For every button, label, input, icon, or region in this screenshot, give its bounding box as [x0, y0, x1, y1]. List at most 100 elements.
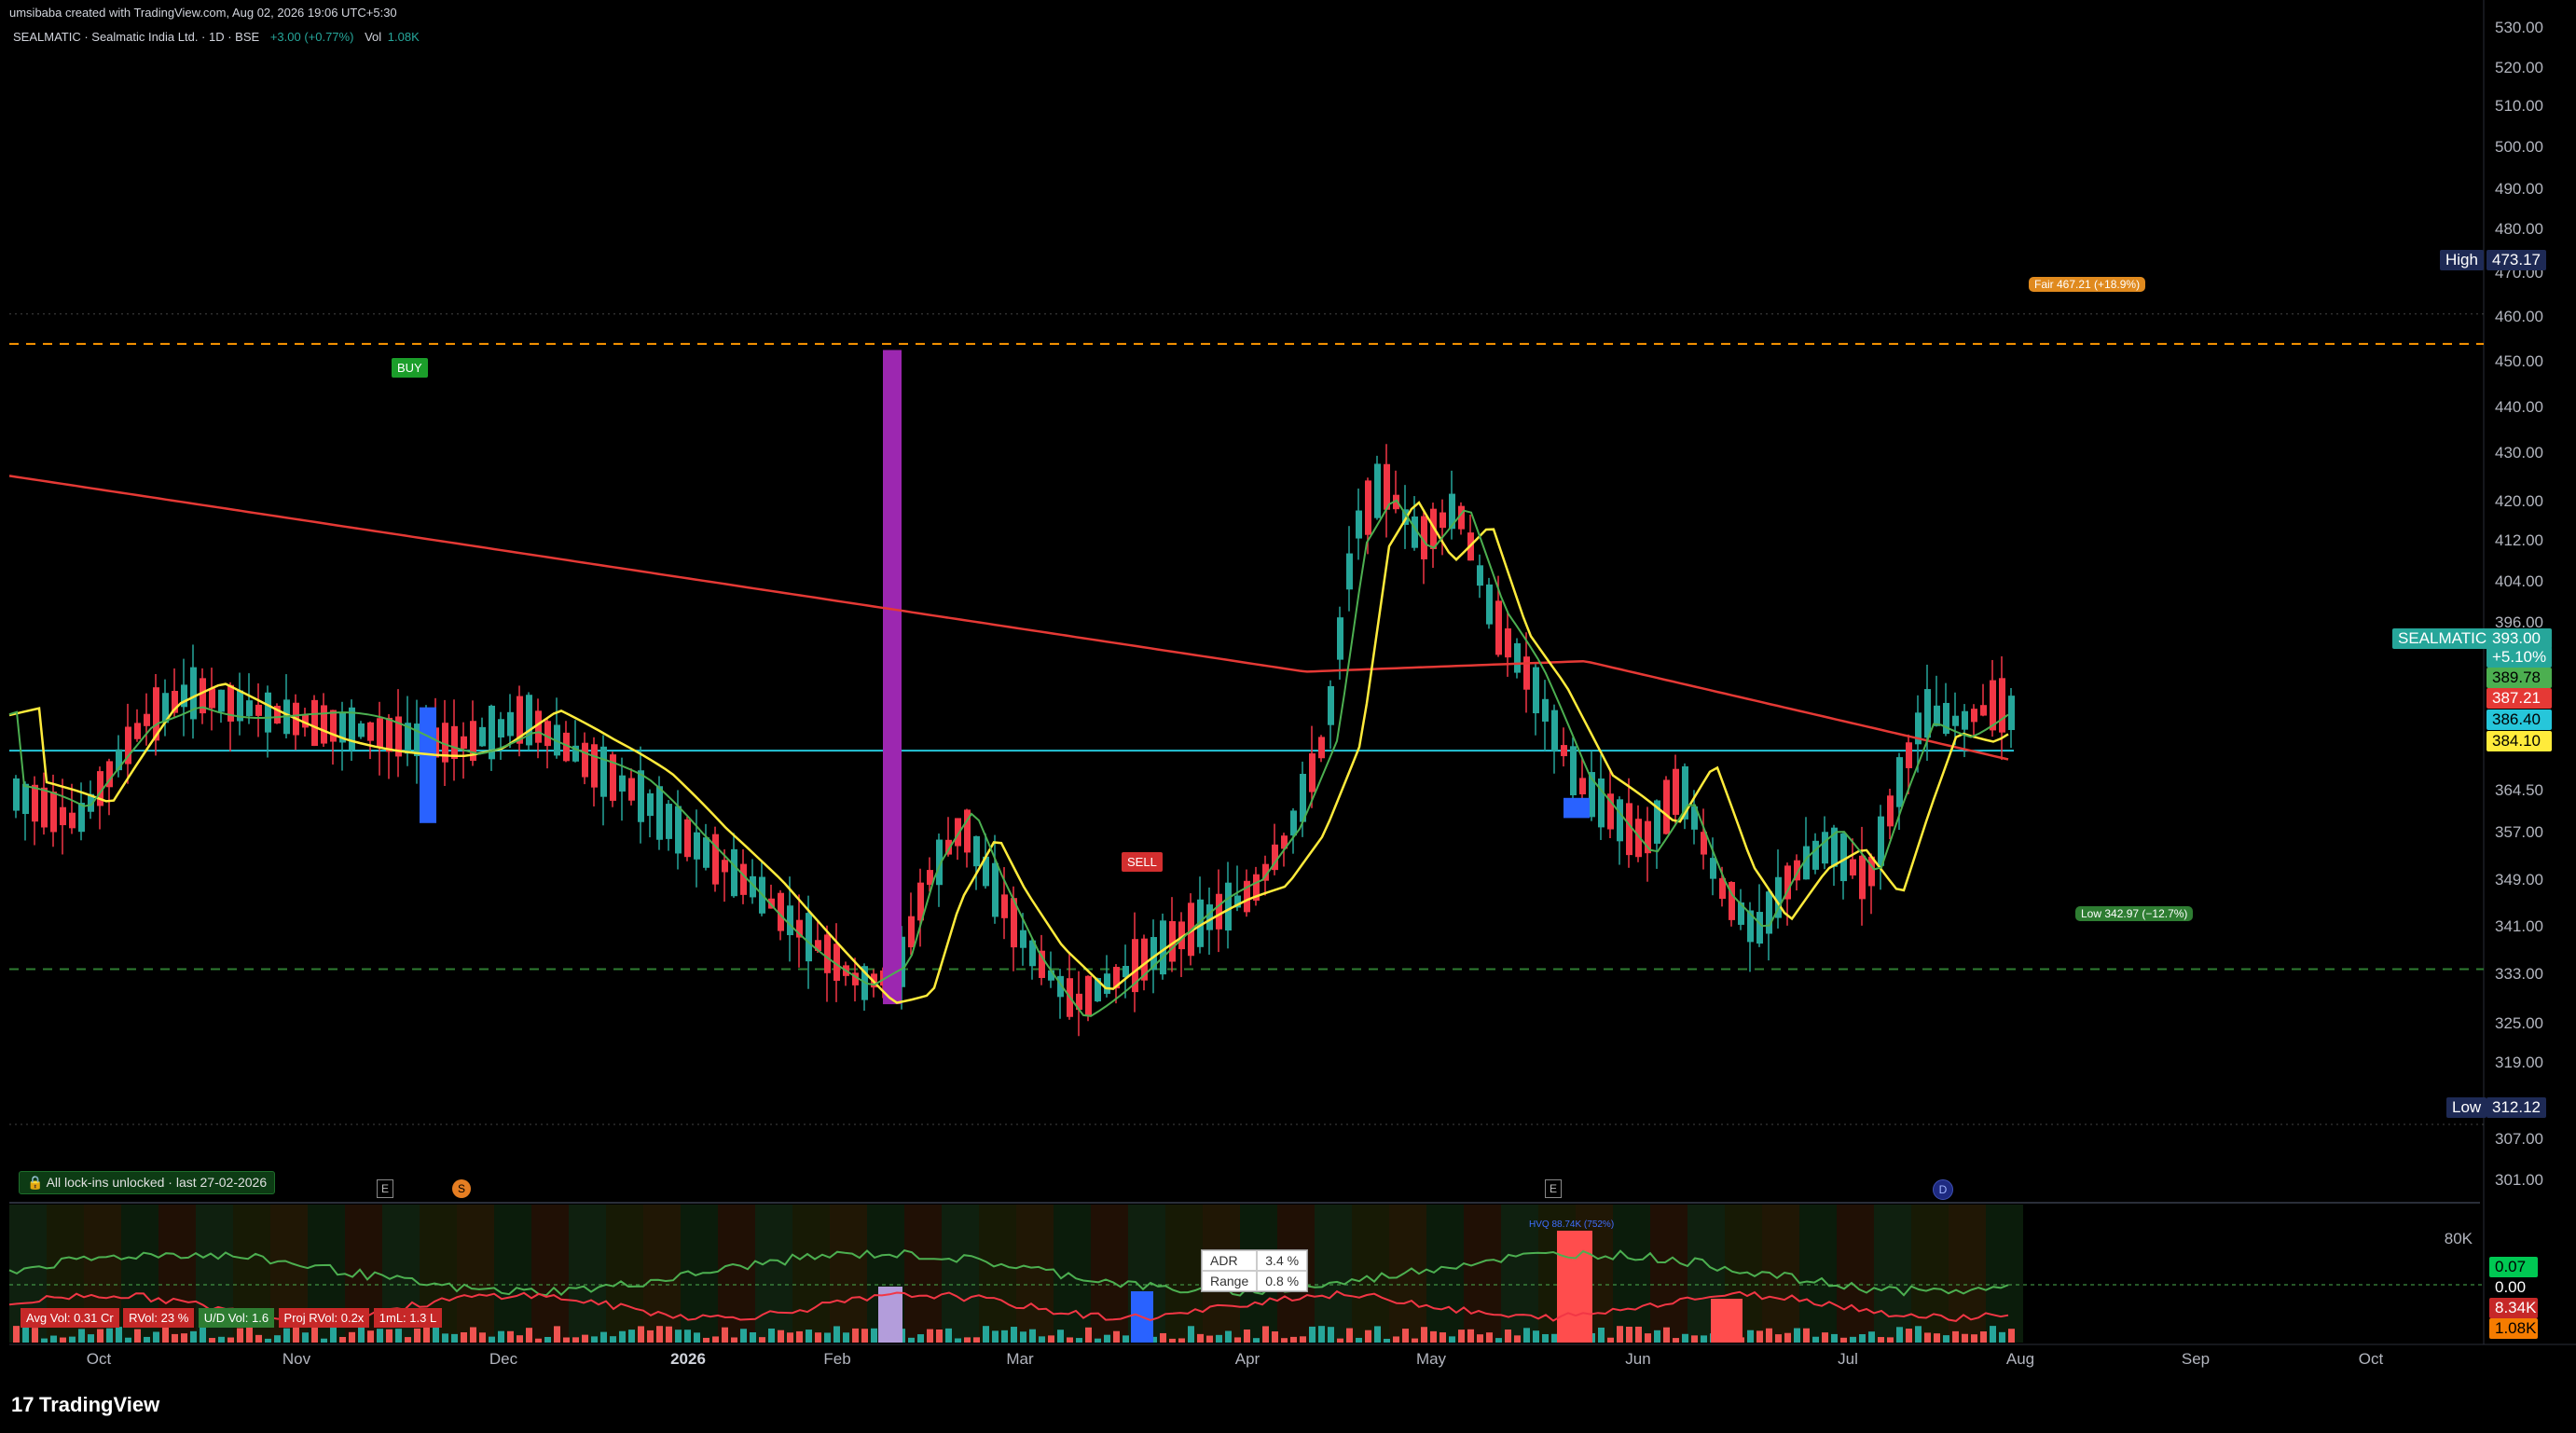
- volume-bar: [1850, 1336, 1856, 1343]
- candle-body: [311, 699, 318, 747]
- volume-bar: [1374, 1326, 1381, 1343]
- candle-body: [1617, 799, 1623, 842]
- volume-bar: [489, 1336, 495, 1343]
- volume-bar: [97, 1329, 103, 1343]
- volume-band: [494, 1205, 531, 1343]
- volume-bar: [973, 1337, 980, 1343]
- volume-bar: [1290, 1336, 1297, 1343]
- volume-bar: [190, 1330, 197, 1343]
- candle-body: [1710, 858, 1716, 879]
- volume-bar: [1309, 1326, 1316, 1343]
- volume-bar: [712, 1336, 719, 1343]
- volume-bar: [358, 1327, 365, 1343]
- volume-bar: [703, 1337, 709, 1343]
- candle-body: [1216, 893, 1222, 930]
- volume-bar: [1775, 1334, 1782, 1343]
- lockin-event[interactable]: 🔒 All lock-ins unlocked · last 27-02-202…: [19, 1171, 276, 1194]
- volume-bar: [1682, 1333, 1688, 1343]
- volume-bar: [1514, 1335, 1521, 1343]
- candle-body: [694, 832, 700, 860]
- volume-bar: [255, 1334, 262, 1343]
- volume-bar: [498, 1330, 504, 1343]
- volume-bar: [41, 1338, 48, 1343]
- blue-candle: [1564, 797, 1590, 819]
- price-tick: 420.00: [2495, 492, 2543, 510]
- volume-bar: [200, 1327, 206, 1343]
- price-tick: 333.00: [2495, 965, 2543, 983]
- candle-body: [255, 704, 262, 716]
- candle-body: [1980, 705, 1987, 716]
- earnings-marker-2[interactable]: E: [1545, 1179, 1562, 1198]
- volume-bar: [1458, 1330, 1465, 1343]
- dividend-marker[interactable]: S: [452, 1179, 471, 1198]
- volume-bar: [1980, 1331, 1987, 1343]
- volume-bar: [544, 1336, 551, 1343]
- volume-bar: [945, 1328, 952, 1343]
- volume-bar: [1859, 1334, 1866, 1343]
- volume-bar: [78, 1329, 85, 1343]
- volume-bar: [1607, 1337, 1614, 1343]
- candle-body: [684, 819, 691, 858]
- volume-bar: [339, 1336, 346, 1343]
- range-label: Range: [1202, 1271, 1258, 1291]
- volume-bar: [1430, 1330, 1437, 1343]
- other-event-marker[interactable]: D: [1933, 1179, 1953, 1200]
- volume-bar: [1533, 1330, 1539, 1343]
- purple-candle: [883, 350, 902, 1005]
- volume-bar: [731, 1337, 737, 1343]
- volume-bar: [591, 1336, 598, 1343]
- candle-body: [414, 723, 420, 757]
- vol-tick-80k: 80K: [2444, 1230, 2473, 1247]
- adr-label: ADR: [1202, 1250, 1258, 1271]
- volume-bar: [125, 1337, 131, 1343]
- volume-bar: [600, 1331, 607, 1343]
- candle-body: [1085, 975, 1092, 1016]
- volume-bar: [153, 1331, 159, 1343]
- volume-bar: [1645, 1333, 1651, 1343]
- volume-bar: [815, 1332, 821, 1343]
- volume-bar: [768, 1328, 775, 1343]
- volume-bar: [1952, 1330, 1959, 1343]
- candle-body: [1999, 678, 2005, 733]
- volume-bar: [1178, 1338, 1185, 1343]
- candle-body: [367, 722, 374, 741]
- price-tick: 450.00: [2495, 352, 2543, 370]
- volume-spike: [1711, 1299, 1743, 1343]
- volume-bar: [964, 1337, 971, 1343]
- time-label: Feb: [823, 1350, 851, 1368]
- volume-bar: [1896, 1327, 1903, 1343]
- volume-bar: [414, 1328, 420, 1343]
- volume-band: [1762, 1205, 1799, 1343]
- volume-bar: [106, 1328, 113, 1343]
- candle-body: [1440, 512, 1446, 529]
- price-chart[interactable]: [0, 0, 2576, 1433]
- volume-bar: [134, 1329, 141, 1343]
- candle-body: [13, 778, 20, 811]
- candle-body: [712, 834, 719, 885]
- volume-bar: [1440, 1332, 1446, 1343]
- sma-fast-line: [8, 501, 2009, 1004]
- candle-body: [358, 723, 365, 737]
- volume-band: [1426, 1205, 1464, 1343]
- volume-bar: [22, 1326, 29, 1343]
- candle-body: [50, 792, 57, 833]
- volume-bar: [1039, 1336, 1045, 1343]
- time-label: Jun: [1625, 1350, 1651, 1368]
- tradingview-logo[interactable]: 17 TradingView: [11, 1393, 159, 1417]
- volume-bar: [172, 1333, 178, 1343]
- candle-body: [1766, 891, 1772, 934]
- earnings-marker-1[interactable]: E: [377, 1179, 393, 1198]
- volume-band: [904, 1205, 942, 1343]
- price-tick: 325.00: [2495, 1014, 2543, 1032]
- volume-band: [1799, 1205, 1837, 1343]
- volume-bar: [1999, 1331, 2005, 1343]
- volume-bar: [13, 1326, 20, 1343]
- volume-bar: [666, 1326, 672, 1343]
- volume-bar: [861, 1329, 868, 1343]
- volume-bar: [1225, 1330, 1232, 1343]
- volume-bar: [1673, 1338, 1679, 1343]
- candle-body: [507, 711, 514, 737]
- blue-candle: [420, 707, 436, 823]
- volume-band: [1911, 1205, 1949, 1343]
- ud-vol-badge: U/D Vol: 1.6: [198, 1308, 275, 1328]
